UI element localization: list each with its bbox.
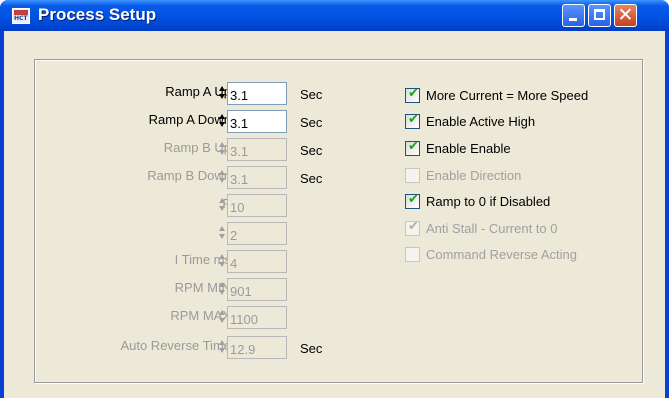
checkbox-label: Enable Direction [426, 168, 522, 183]
rpm-max-input [227, 306, 287, 329]
i-input [227, 222, 287, 245]
field-label: Auto Reverse Time [120, 338, 231, 353]
maximize-button[interactable] [588, 4, 611, 27]
dialog-client-area: Ramp A Up Sec Ramp A Down Sec Ramp B Up … [4, 31, 665, 398]
checkbox-label: Anti Stall - Current to 0 [426, 221, 558, 236]
spin-down-icon [219, 150, 225, 155]
spin-up-icon [219, 340, 225, 345]
field-unit: Sec [300, 87, 323, 102]
spinner-arrows-icon [217, 195, 226, 215]
checkmark-icon: ✔ [408, 192, 419, 207]
rpm-min-input [227, 278, 287, 301]
app-icon-text: HCT [14, 15, 28, 22]
spinner-arrows-icon [217, 279, 226, 299]
checkbox-enable-enable[interactable]: ✔ Enable Enable [405, 139, 645, 162]
process-setup-window: HCT Process Setup ✕ Ramp A Up Sec Ramp A… [0, 0, 669, 398]
spin-down-icon[interactable] [219, 94, 225, 99]
spinner-arrows-icon [217, 223, 226, 243]
settings-frame: Ramp A Up Sec Ramp A Down Sec Ramp B Up … [34, 59, 643, 383]
title-bar[interactable]: HCT Process Setup ✕ [0, 0, 669, 31]
spinner-arrows-icon [217, 307, 226, 327]
spin-down-icon [219, 234, 225, 239]
field-row-rpm-max: RPM MAX [35, 306, 335, 329]
spinner-arrows-icon[interactable] [217, 83, 226, 103]
spin-up-icon [219, 170, 225, 175]
field-unit: Sec [300, 115, 323, 130]
maximize-icon [594, 9, 605, 20]
spinner-arrows-icon[interactable] [217, 111, 226, 131]
checkbox-enable-active-high[interactable]: ✔ Enable Active High [405, 112, 645, 135]
minimize-button[interactable] [562, 4, 585, 27]
checkbox-box: ✔ [405, 219, 420, 236]
checkbox-box[interactable]: ✔ [405, 192, 420, 209]
checkbox-box [405, 247, 420, 262]
checkbox-label[interactable]: More Current = More Speed [426, 88, 588, 103]
spin-down-icon [219, 262, 225, 267]
checkbox-ramp-to-0-if-disabled[interactable]: ✔ Ramp to 0 if Disabled [405, 192, 645, 215]
checkbox-command-reverse-acting: Command Reverse Acting [405, 246, 645, 268]
spin-up-icon[interactable] [219, 86, 225, 91]
spin-up-icon [219, 142, 225, 147]
field-row-rpm-min: RPM MIN [35, 278, 335, 301]
field-unit: Sec [300, 171, 323, 186]
spin-up-icon [219, 310, 225, 315]
checkbox-label[interactable]: Enable Active High [426, 114, 535, 129]
spinner-arrows-icon [217, 337, 226, 357]
i-time-input [227, 250, 287, 273]
checkbox-box[interactable]: ✔ [405, 112, 420, 129]
ramp-b-down-input [227, 166, 287, 189]
field-row-i-time: I Time ms [35, 250, 335, 273]
checkmark-icon: ✔ [408, 219, 419, 234]
spin-down-icon [219, 206, 225, 211]
field-row-ramp-b-up: Ramp B Up Sec [35, 138, 335, 161]
field-row-ramp-a-down: Ramp A Down Sec [35, 110, 335, 133]
spin-up-icon [219, 226, 225, 231]
field-row-ramp-a-up: Ramp A Up Sec [35, 82, 335, 105]
spin-down-icon [219, 178, 225, 183]
field-row-p: P [35, 194, 335, 217]
checkmark-icon: ✔ [408, 112, 419, 127]
checkmark-icon: ✔ [408, 139, 419, 154]
spinner-arrows-icon [217, 167, 226, 187]
hct-app-icon[interactable]: HCT [12, 8, 30, 24]
spinner-arrows-icon [217, 251, 226, 271]
spin-up-icon [219, 198, 225, 203]
checkbox-label: Command Reverse Acting [426, 247, 578, 262]
checkbox-box [405, 168, 420, 183]
checkbox-label[interactable]: Enable Enable [426, 141, 511, 156]
spin-down-icon [219, 318, 225, 323]
spin-down-icon[interactable] [219, 122, 225, 127]
checkbox-box[interactable]: ✔ [405, 139, 420, 156]
spin-down-icon [219, 290, 225, 295]
auto-reverse-time-input [227, 336, 287, 359]
close-icon: ✕ [617, 4, 634, 26]
spinner-arrows-icon [217, 139, 226, 159]
ramp-a-down-input[interactable] [227, 110, 287, 133]
minimize-icon [569, 18, 577, 21]
checkbox-box[interactable]: ✔ [405, 86, 420, 103]
checkbox-enable-direction: Enable Direction [405, 167, 645, 189]
field-row-auto-reverse-time: Auto Reverse Time Sec [35, 336, 335, 359]
spin-down-icon [219, 348, 225, 353]
close-button[interactable]: ✕ [614, 4, 637, 27]
field-unit: Sec [300, 143, 323, 158]
checkbox-anti-stall: ✔ Anti Stall - Current to 0 [405, 219, 645, 242]
ramp-b-up-input [227, 138, 287, 161]
window-title: Process Setup [38, 5, 157, 24]
p-input [227, 194, 287, 217]
spin-up-icon[interactable] [219, 114, 225, 119]
checkmark-icon: ✔ [408, 86, 419, 101]
checkbox-label[interactable]: Ramp to 0 if Disabled [426, 194, 550, 209]
field-row-ramp-b-down: Ramp B Down Sec [35, 166, 335, 189]
spin-up-icon [219, 254, 225, 259]
checkbox-more-current-more-speed[interactable]: ✔ More Current = More Speed [405, 86, 645, 109]
field-unit: Sec [300, 341, 323, 356]
spin-up-icon [219, 282, 225, 287]
ramp-a-up-input[interactable] [227, 82, 287, 105]
field-row-i: I [35, 222, 335, 245]
